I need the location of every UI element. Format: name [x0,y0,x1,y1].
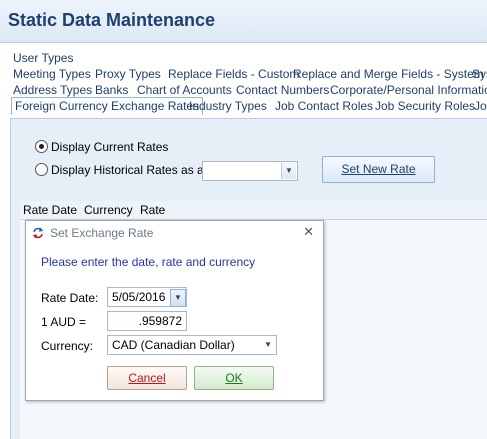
tab-foreign-currency-exchange-rates[interactable]: Foreign Currency Exchange Rates [11,97,204,115]
tab-corporate-personal-information[interactable]: Corporate/Personal Information [330,83,487,97]
column-rate-date[interactable]: Rate Date [23,203,77,217]
tab-job-partial[interactable]: Job [474,99,487,113]
column-currency[interactable]: Currency [84,203,133,217]
chevron-down-icon[interactable]: ▼ [281,163,296,179]
ok-button[interactable]: OK [194,366,274,390]
dialog-title: Set Exchange Rate [50,226,154,240]
tab-contact-numbers[interactable]: Contact Numbers [236,83,329,97]
cancel-button[interactable]: Cancel [107,366,187,390]
dialog-prompt: Please enter the date, rate and currency [41,255,256,269]
radio-historical-rates[interactable] [35,163,48,176]
grid-header: Rate Date Currency Rate [20,201,487,220]
title-bar: Static Data Maintenance [0,0,487,43]
chevron-down-icon[interactable]: ▼ [264,336,272,354]
currency-label: Currency: [41,339,94,353]
close-icon[interactable]: ✕ [303,224,314,240]
tab-user-types[interactable]: User Types [13,51,73,65]
historical-date-combo[interactable]: ▼ [202,161,298,181]
rate-date-value: 5/05/2016 [112,290,166,304]
tab-address-types[interactable]: Address Types [13,83,92,97]
page-title: Static Data Maintenance [8,10,216,30]
tab-meeting-types[interactable]: Meeting Types [13,67,91,81]
rate-input[interactable]: .959872 [107,311,187,331]
rate-date-label: Rate Date: [41,291,99,305]
tab-chart-of-accounts[interactable]: Chart of Accounts [137,83,232,97]
exchange-arrows-icon [32,227,44,239]
rate-date-field[interactable]: 5/05/2016 ▼ [107,287,187,307]
tab-strip: User Types Meeting Types Proxy Types Rep… [0,43,487,118]
set-new-rate-button[interactable]: Set New Rate [322,156,435,183]
currency-value: CAD (Canadian Dollar) [112,338,235,352]
tab-industry-types[interactable]: Industry Types [189,99,267,113]
rate-value: .959872 [138,314,182,328]
label-historical-rates: Display Historical Rates as at: [51,163,211,177]
label-current-rates: Display Current Rates [51,140,169,154]
tab-system-partial[interactable]: Sys [472,67,487,81]
tab-proxy-types[interactable]: Proxy Types [95,67,161,81]
tab-job-security-roles[interactable]: Job Security Roles [375,99,475,113]
tab-job-contact-roles[interactable]: Job Contact Roles [275,99,373,113]
tab-replace-merge-fields-system[interactable]: Replace and Merge Fields - System [293,67,484,81]
radio-current-rates[interactable] [35,140,48,153]
currency-select[interactable]: CAD (Canadian Dollar) ▼ [107,335,277,355]
set-new-rate-label: Set New Rate [341,162,416,176]
set-exchange-rate-dialog: Set Exchange Rate ✕ Please enter the dat… [25,220,324,401]
calendar-dropdown-icon[interactable]: ▼ [170,289,186,307]
tab-replace-fields-custom[interactable]: Replace Fields - Custom [168,67,299,81]
column-rate[interactable]: Rate [140,203,165,217]
rate-label: 1 AUD = [41,315,87,329]
tab-banks[interactable]: Banks [95,83,128,97]
radio-selected-dot [39,144,44,149]
